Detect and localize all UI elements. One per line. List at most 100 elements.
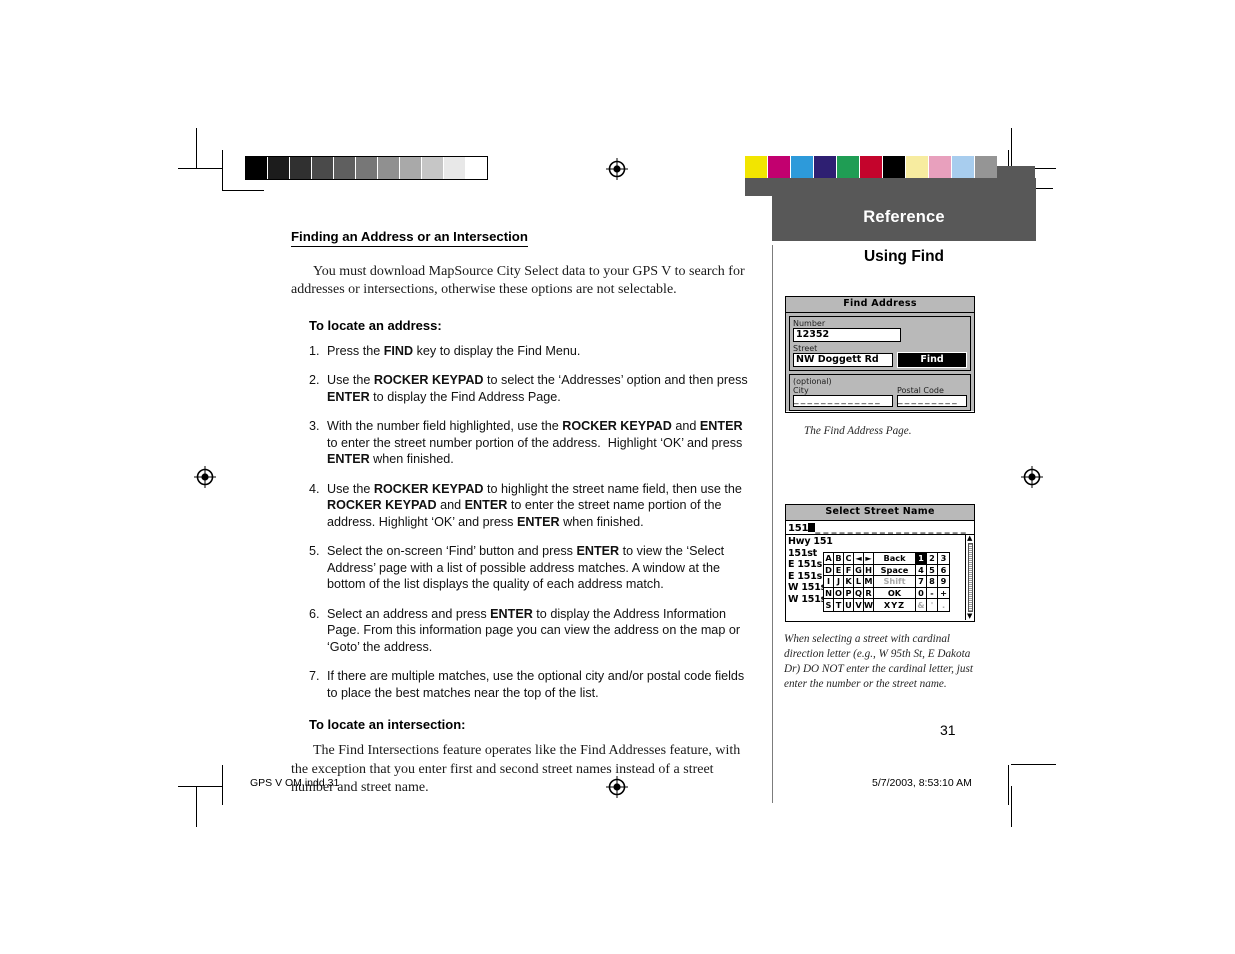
keypad-key[interactable]: L	[854, 576, 864, 588]
step-number: 1.	[309, 343, 320, 358]
color-swatch-4	[837, 156, 860, 178]
keypad-key[interactable]: F	[844, 564, 854, 576]
keypad-key[interactable]: Shift	[874, 576, 916, 588]
keypad-key[interactable]: 4	[916, 564, 927, 576]
grayscale-swatch-2	[290, 157, 312, 179]
keypad-key[interactable]: Back	[874, 553, 916, 565]
number-field[interactable]: 12352	[793, 328, 901, 342]
keypad-key[interactable]: Space	[874, 564, 916, 576]
find-button[interactable]: Find	[897, 352, 967, 368]
step-number: 3.	[309, 419, 320, 434]
step-text: With the number field highlighted, use t…	[327, 419, 743, 467]
grayscale-calibration-bar	[245, 156, 488, 180]
postal-code-field[interactable]: _ _ _ _ _ _ _ _ _	[897, 395, 967, 407]
keypad-key[interactable]: &	[916, 599, 927, 611]
postal-code-label: Postal Code	[897, 386, 944, 395]
street-list-item[interactable]: Hwy 151	[788, 536, 974, 548]
find-address-optional-group: (optional) City Postal Code _ _ _ _ _ _ …	[789, 374, 971, 411]
step-text: Use the ROCKER KEYPAD to select the ‘Add…	[327, 373, 748, 404]
footer-divider	[772, 765, 773, 803]
intro-paragraph: You must download MapSource City Select …	[291, 263, 745, 298]
step-text: Select an address and press ENTER to dis…	[327, 606, 741, 654]
keypad-key[interactable]: ►	[864, 553, 874, 565]
keypad-key[interactable]: V	[854, 599, 864, 611]
keypad-key[interactable]: M	[864, 576, 874, 588]
grayscale-swatch-4	[334, 157, 356, 179]
keypad-key[interactable]: R	[864, 587, 874, 599]
sidebar-section-title: Using Find	[863, 248, 945, 265]
step-number: 2.	[309, 373, 320, 388]
step-item: 2. Use the ROCKER KEYPAD to select the ‘A…	[291, 372, 751, 405]
find-address-title: Find Address	[786, 297, 974, 313]
keypad-key[interactable]: U	[844, 599, 854, 611]
city-field[interactable]: _ _ _ _ _ _ _ _ _ _ _ _ _	[793, 395, 893, 407]
keypad-key[interactable]: '	[927, 599, 938, 611]
keypad-key[interactable]: 5	[927, 564, 938, 576]
optional-fields-row: _ _ _ _ _ _ _ _ _ _ _ _ _ _ _ _ _ _ _ _ …	[793, 395, 967, 407]
keypad-key[interactable]: D	[824, 564, 834, 576]
printed-page: Finding an Address or an Intersection Yo…	[0, 0, 1235, 954]
crop-mark	[178, 168, 223, 169]
keypad-key[interactable]: ◄	[854, 553, 864, 565]
select-street-name-screenshot: Select Street Name 151 _ _ _ _ _ _ _ _ _ …	[785, 504, 975, 622]
keypad-key[interactable]: 6	[938, 565, 949, 576]
subheading-locate-intersection: To locate an intersection:	[309, 717, 466, 733]
grayscale-swatch-0	[246, 157, 268, 179]
color-swatch-8	[929, 156, 952, 178]
color-swatch-3	[814, 156, 837, 178]
grayscale-swatch-6	[378, 157, 400, 179]
keypad-key[interactable]: 7	[916, 576, 927, 588]
keypad-key[interactable]: W	[864, 599, 874, 611]
keypad-key[interactable]: Q	[854, 587, 864, 599]
step-item: 6. Select an address and press ENTER to d…	[291, 606, 751, 656]
crop-mark	[1008, 765, 1009, 805]
keypad-key[interactable]: 9	[938, 576, 949, 588]
step-item: 1. Press the FIND key to display the Find…	[291, 343, 751, 360]
find-address-screenshot: Find Address Number 12352 Street NW Dogg…	[785, 296, 975, 413]
keypad-key[interactable]: O	[834, 587, 844, 599]
scrollbar-track[interactable]	[967, 543, 973, 612]
keypad-key[interactable]: 2	[927, 553, 938, 565]
keypad-key[interactable]: 1	[916, 553, 927, 565]
grayscale-swatch-7	[400, 157, 422, 179]
keypad-key[interactable]: S	[824, 599, 834, 611]
keypad-key[interactable]: B	[834, 553, 844, 565]
grayscale-swatch-9	[444, 157, 466, 179]
on-screen-keypad[interactable]: A B C ◄ ► Back 1 2 3 D E F G H Space 4 5 6 I J K L M Shift 7 8 9 N O…	[823, 552, 950, 612]
keypad-key[interactable]: 8	[927, 576, 938, 588]
keypad-key[interactable]: J	[834, 576, 844, 588]
reference-band-title: Reference	[863, 208, 945, 226]
keypad-key[interactable]: C	[844, 553, 854, 565]
keypad-key[interactable]: 3	[938, 553, 949, 565]
city-label: City	[793, 386, 809, 395]
street-field[interactable]: NW Doggett Rd	[793, 353, 893, 367]
scroll-down-arrow[interactable]: ▼	[967, 613, 972, 620]
street-name-input[interactable]: 151 _ _ _ _ _ _ _ _ _ _ _ _ _ _ _ _ _ _ _	[786, 521, 974, 535]
step-item: 5. Select the on-screen ‘Find’ button and…	[291, 543, 751, 593]
scroll-up-arrow[interactable]: ▲	[967, 535, 972, 542]
optional-labels-row: City Postal Code	[793, 386, 967, 395]
keypad-key[interactable]: I	[824, 576, 834, 588]
keypad-key[interactable]: -	[927, 587, 938, 599]
step-text: Select the on-screen ‘Find’ button and p…	[327, 544, 725, 592]
crop-mark	[1011, 128, 1012, 169]
keypad-key[interactable]: 0	[916, 587, 927, 599]
crop-mark	[222, 150, 223, 191]
keypad-key[interactable]: K	[844, 576, 854, 588]
keypad-key[interactable]: A	[824, 553, 834, 565]
keypad-key[interactable]: OK	[874, 587, 916, 599]
keypad-key[interactable]: XYZ	[874, 599, 916, 611]
keypad-key[interactable]: H	[864, 564, 874, 576]
keypad-key[interactable]: +	[938, 588, 949, 599]
keypad-key[interactable]: .	[938, 599, 949, 611]
keypad-key[interactable]: P	[844, 587, 854, 599]
crop-mark	[1011, 764, 1056, 765]
grayscale-swatch-1	[268, 157, 290, 179]
keypad-key[interactable]: E	[834, 564, 844, 576]
street-label: Street	[793, 344, 818, 353]
keypad-key[interactable]: N	[824, 587, 834, 599]
scrollbar[interactable]: ▲ ▼	[965, 535, 974, 620]
grayscale-swatch-8	[422, 157, 444, 179]
keypad-key[interactable]: G	[854, 564, 864, 576]
keypad-key[interactable]: T	[834, 599, 844, 611]
